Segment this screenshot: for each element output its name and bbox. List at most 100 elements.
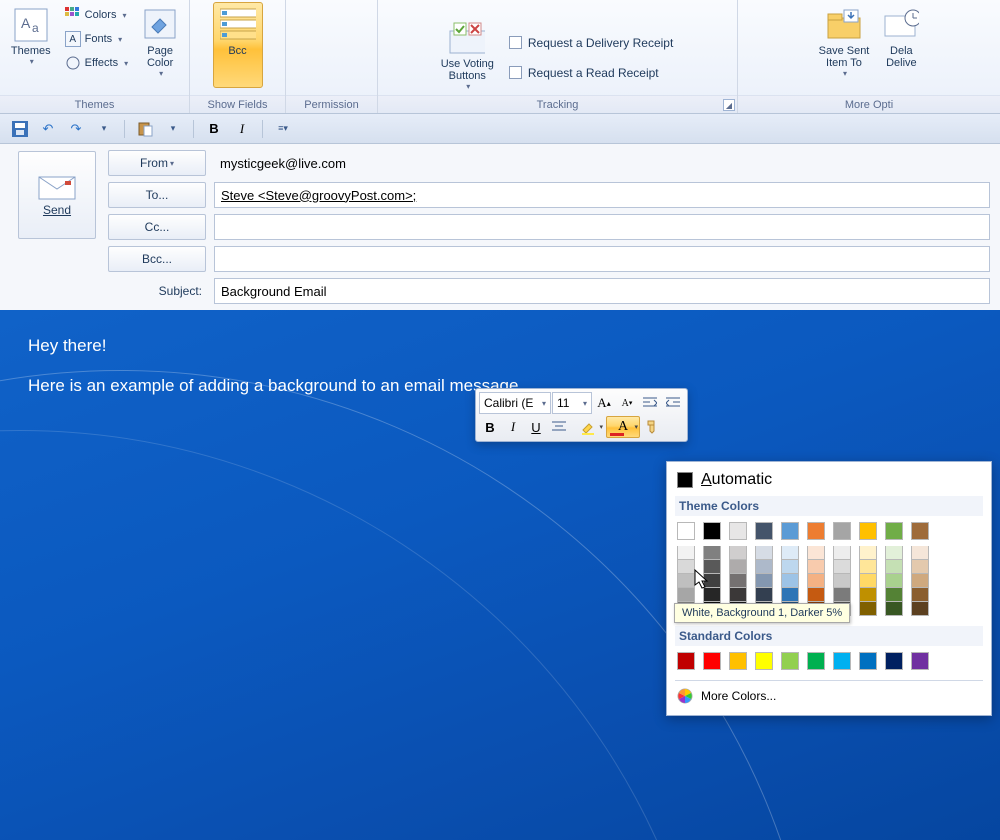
color-swatch[interactable] [859, 574, 877, 588]
color-swatch[interactable] [807, 522, 825, 540]
color-swatch[interactable] [729, 546, 747, 560]
color-swatch[interactable] [755, 574, 773, 588]
read-receipt-checkbox[interactable]: Request a Read Receipt [505, 62, 677, 84]
color-swatch[interactable] [677, 560, 695, 574]
color-swatch[interactable] [781, 546, 799, 560]
color-swatch[interactable] [781, 574, 799, 588]
cc-input[interactable] [214, 214, 990, 240]
color-swatch[interactable] [807, 546, 825, 560]
color-swatch[interactable] [833, 652, 851, 670]
color-swatch[interactable] [885, 560, 903, 574]
color-swatch[interactable] [833, 546, 851, 560]
italic-button[interactable]: I [502, 416, 524, 438]
color-swatch[interactable] [677, 574, 695, 588]
color-swatch[interactable] [703, 652, 721, 670]
redo-icon[interactable]: ↷ [66, 119, 86, 139]
color-swatch[interactable] [833, 574, 851, 588]
tracking-dialog-launcher[interactable]: ◢ [723, 99, 735, 111]
qat-dropdown[interactable]: ▾ [94, 119, 114, 139]
font-size-combo[interactable]: 11▾ [552, 392, 592, 414]
save-icon[interactable] [10, 119, 30, 139]
color-swatch[interactable] [911, 574, 929, 588]
underline-button[interactable]: U [525, 416, 547, 438]
color-swatch[interactable] [729, 522, 747, 540]
color-swatch[interactable] [911, 546, 929, 560]
color-swatch[interactable] [833, 588, 851, 602]
format-painter-icon[interactable] [641, 416, 663, 438]
bold-button[interactable]: B [479, 416, 501, 438]
fonts-button[interactable]: A Fonts▾ [62, 28, 131, 50]
color-swatch[interactable] [729, 574, 747, 588]
colors-button[interactable]: Colors▾ [62, 4, 131, 26]
color-swatch[interactable] [729, 588, 747, 602]
color-swatch[interactable] [859, 560, 877, 574]
font-family-combo[interactable]: Calibri (E ▾ [479, 392, 551, 414]
color-swatch[interactable] [677, 522, 695, 540]
color-swatch[interactable] [859, 588, 877, 602]
color-swatch[interactable] [677, 546, 695, 560]
font-color-button[interactable]: A▾ [606, 416, 640, 438]
color-swatch[interactable] [885, 652, 903, 670]
highlight-button[interactable]: ▾ [571, 416, 605, 438]
color-swatch[interactable] [729, 652, 747, 670]
paste-icon[interactable] [135, 119, 155, 139]
color-swatch[interactable] [807, 588, 825, 602]
decrease-indent-icon[interactable] [639, 392, 661, 414]
color-swatch[interactable] [911, 588, 929, 602]
bcc-button[interactable]: Bcc [213, 2, 263, 88]
color-swatch[interactable] [911, 560, 929, 574]
color-swatch[interactable] [755, 522, 773, 540]
grow-font-icon[interactable]: A▴ [593, 392, 615, 414]
color-swatch[interactable] [885, 546, 903, 560]
effects-button[interactable]: Effects▾ [62, 52, 131, 74]
send-button[interactable]: Send [18, 151, 96, 239]
color-swatch[interactable] [885, 574, 903, 588]
color-swatch[interactable] [677, 652, 695, 670]
color-swatch[interactable] [729, 560, 747, 574]
paste-dropdown[interactable]: ▾ [163, 119, 183, 139]
undo-icon[interactable]: ↶ [38, 119, 58, 139]
to-input[interactable]: Steve <Steve@groovyPost.com>; [214, 182, 990, 208]
color-swatch[interactable] [833, 522, 851, 540]
qat-customize[interactable]: ≡▾ [273, 119, 293, 139]
automatic-color-option[interactable]: Automatic [675, 468, 983, 492]
from-button[interactable]: From▾ [108, 150, 206, 176]
align-center-icon[interactable] [548, 416, 570, 438]
voting-button[interactable]: Use Voting Buttons ▾ [434, 15, 501, 101]
color-swatch[interactable] [885, 602, 903, 616]
increase-indent-icon[interactable] [662, 392, 684, 414]
color-swatch[interactable] [781, 560, 799, 574]
bold-icon[interactable]: B [204, 119, 224, 139]
delivery-receipt-checkbox[interactable]: Request a Delivery Receipt [505, 32, 677, 54]
shrink-font-icon[interactable]: A▾ [616, 392, 638, 414]
color-swatch[interactable] [703, 546, 721, 560]
cc-button[interactable]: Cc... [108, 214, 206, 240]
color-swatch[interactable] [755, 588, 773, 602]
save-sent-button[interactable]: Save Sent Item To ▾ [812, 2, 877, 88]
color-swatch[interactable] [781, 522, 799, 540]
subject-input[interactable]: Background Email [214, 278, 990, 304]
color-swatch[interactable] [911, 602, 929, 616]
color-swatch[interactable] [859, 522, 877, 540]
more-colors-option[interactable]: More Colors... [675, 685, 983, 707]
bcc-button-field[interactable]: Bcc... [108, 246, 206, 272]
color-swatch[interactable] [807, 652, 825, 670]
italic-icon[interactable]: I [232, 119, 252, 139]
color-swatch[interactable] [807, 560, 825, 574]
color-swatch[interactable] [885, 522, 903, 540]
themes-button[interactable]: Aa Themes ▾ [4, 2, 58, 88]
bcc-input[interactable] [214, 246, 990, 272]
color-swatch[interactable] [755, 546, 773, 560]
to-button[interactable]: To... [108, 182, 206, 208]
color-swatch[interactable] [781, 652, 799, 670]
color-swatch[interactable] [677, 588, 695, 602]
color-swatch[interactable] [885, 588, 903, 602]
color-swatch[interactable] [833, 560, 851, 574]
color-swatch[interactable] [859, 546, 877, 560]
color-swatch[interactable] [703, 522, 721, 540]
color-swatch[interactable] [755, 560, 773, 574]
color-swatch[interactable] [859, 652, 877, 670]
color-swatch[interactable] [859, 602, 877, 616]
delay-delivery-button[interactable]: Dela Delive [876, 2, 926, 88]
color-swatch[interactable] [781, 588, 799, 602]
